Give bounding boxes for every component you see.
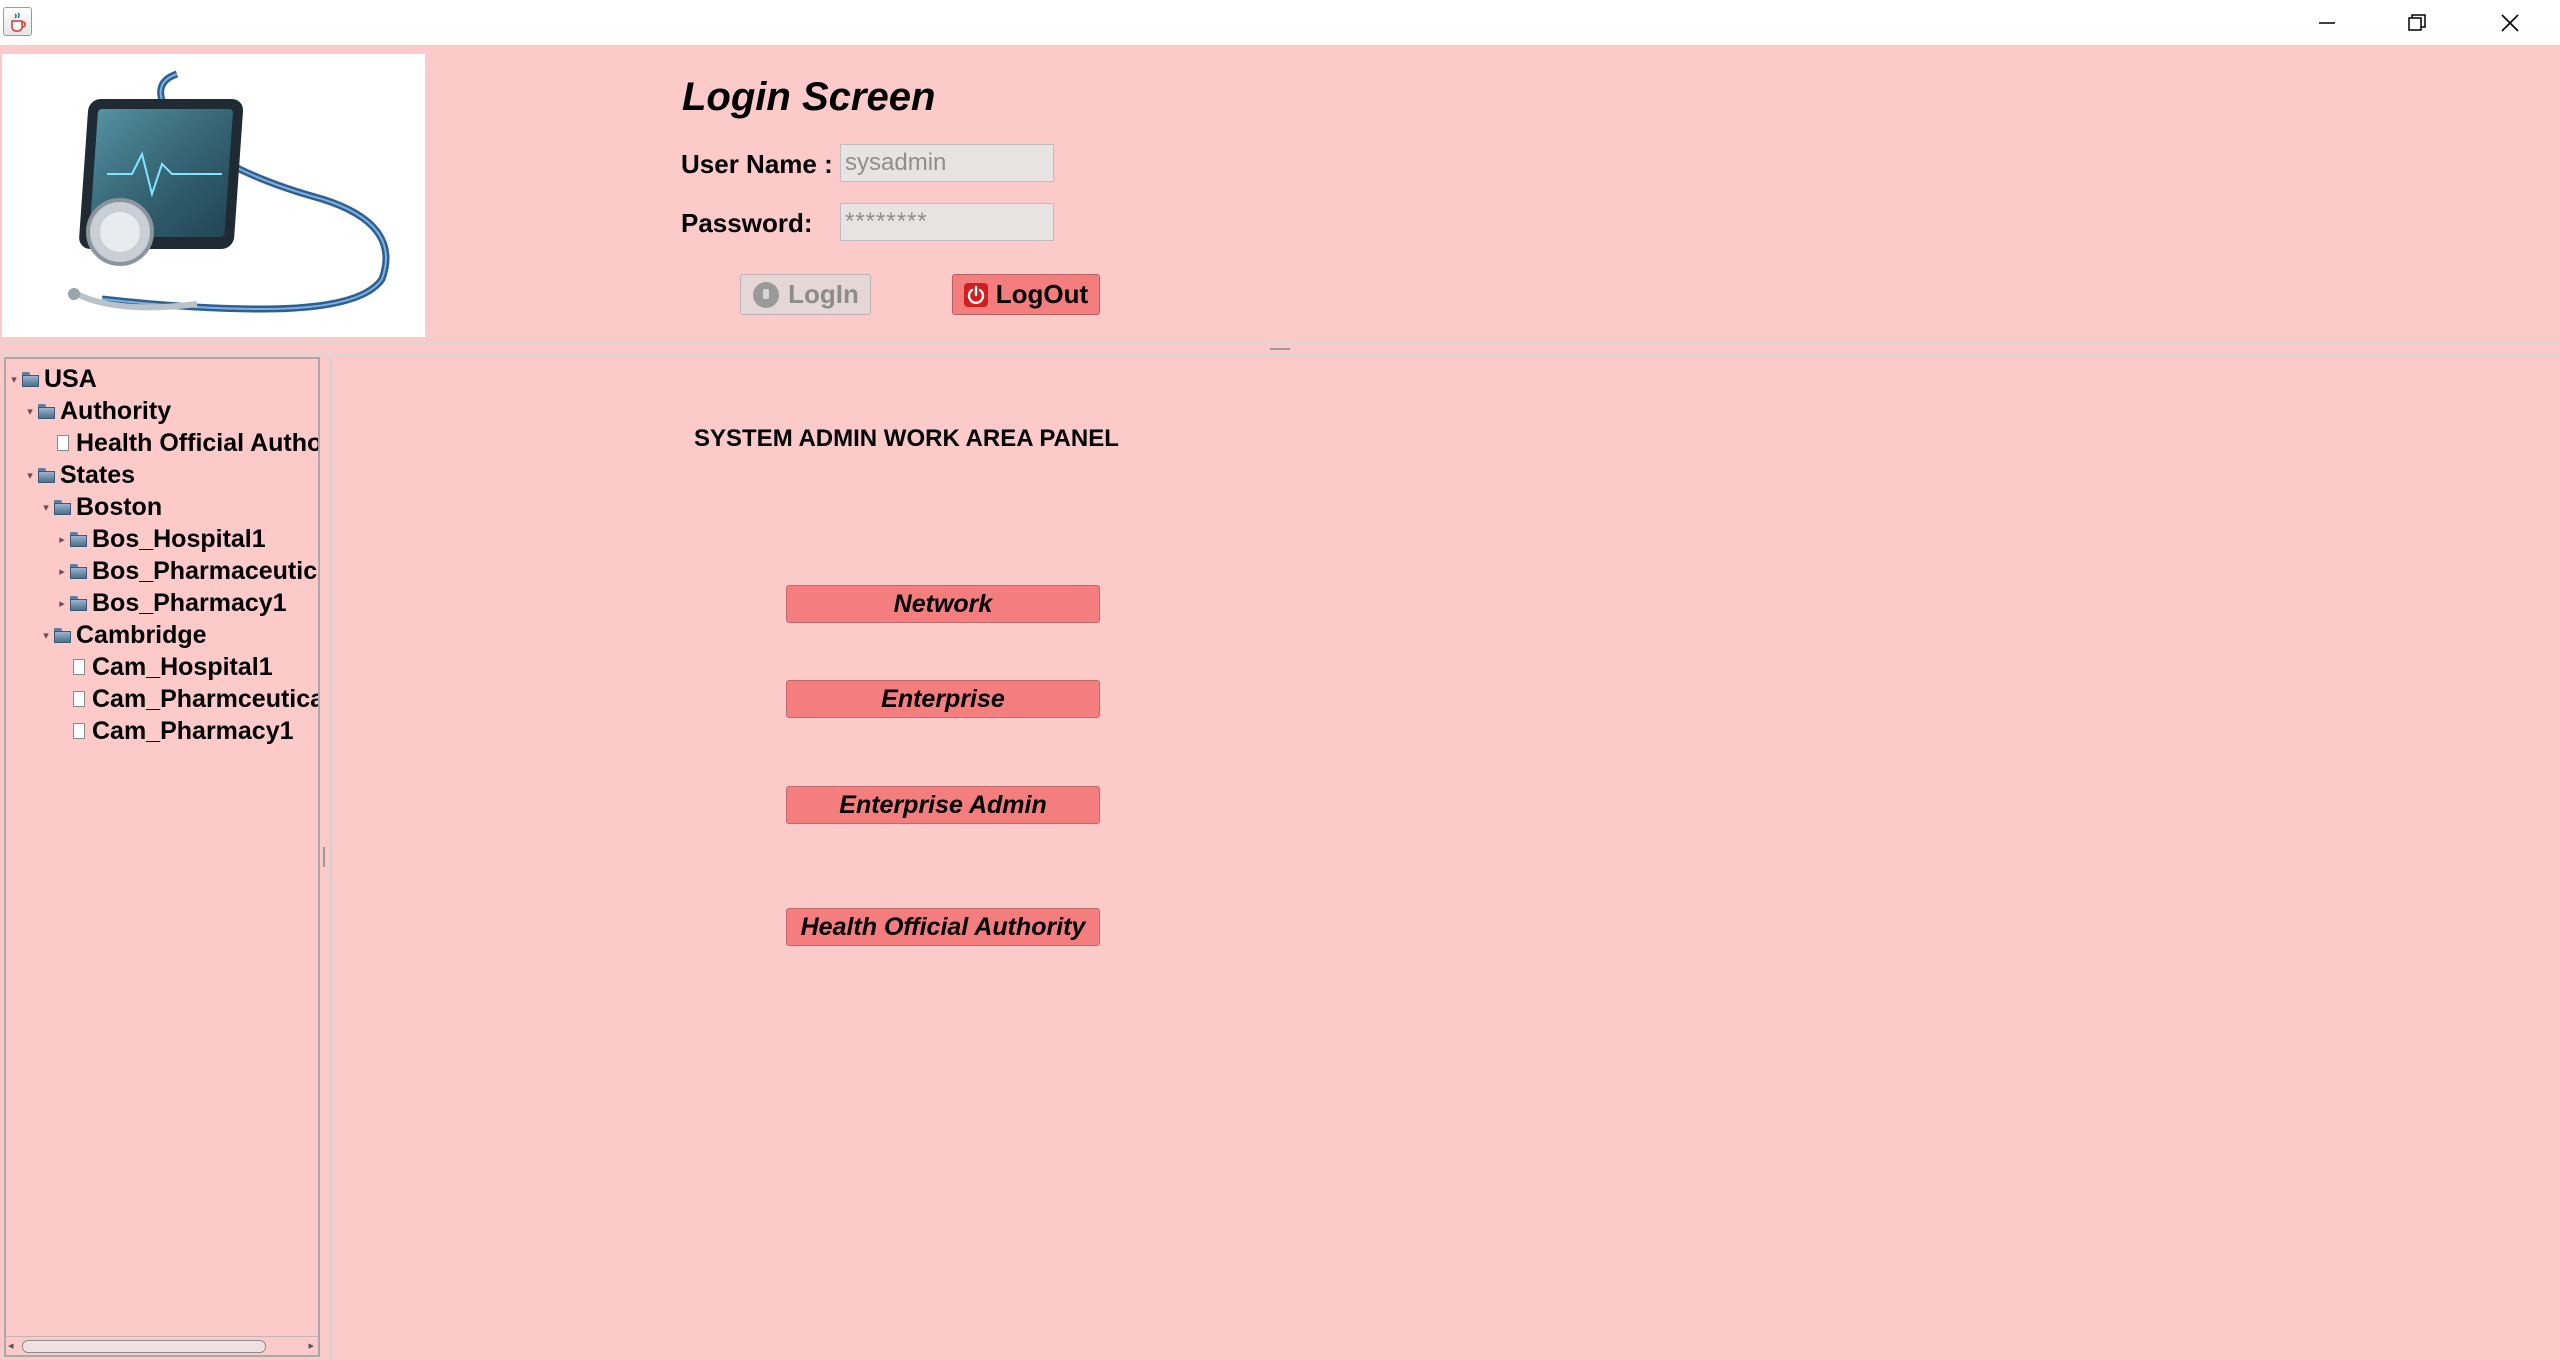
tree-node-label: Cam_Pharmacy1 [92,716,294,745]
login-button-label: LogIn [788,279,859,309]
tree-node[interactable]: Cam_Pharmceutical1 [56,683,320,715]
expand-arrow-icon[interactable]: ▾ [40,629,52,642]
maximize-button[interactable] [2372,0,2462,45]
folder-icon [70,562,88,580]
folder-icon [54,498,72,516]
login-panel: Login Screen User Name : Password: LogIn… [0,45,2560,342]
expand-arrow-icon[interactable]: ▾ [40,501,52,514]
tree-node-label: USA [44,364,97,393]
tree-node[interactable]: Cam_Hospital1 [56,651,273,683]
tree-node-label: Bos_Pharmacy1 [92,588,287,617]
password-field[interactable] [840,203,1054,241]
login-lock-icon [753,281,780,308]
work-area-panel: SYSTEM ADMIN WORK AREA PANEL Network Ent… [332,357,2560,1360]
tree-node-label: States [60,460,136,489]
folder-icon [54,626,72,644]
collapse-arrow-icon[interactable]: ▸ [56,533,68,546]
window-titlebar [0,0,2560,46]
scroll-thumb[interactable] [22,1340,266,1353]
tree-node[interactable]: Cam_Pharmacy1 [56,715,294,747]
minimize-button[interactable] [2282,0,2372,45]
folder-icon [22,370,40,388]
expand-arrow-icon[interactable]: ▾ [24,469,36,482]
tree-horizontal-scrollbar[interactable]: ◂ ▸ [6,1336,318,1355]
enterprise-button[interactable]: Enterprise [786,680,1100,718]
login-button[interactable]: LogIn [740,274,871,315]
tree-node-label: Cam_Hospital1 [92,652,273,681]
expand-arrow-icon[interactable]: ▾ [8,373,20,386]
tree-node[interactable]: ▸ Bos_Pharmacy1 [56,587,287,619]
file-icon [70,690,88,708]
tree-node[interactable]: ▾ Cambridge [40,619,207,651]
close-button[interactable] [2465,0,2555,45]
tree-node-label: Cam_Pharmceutical1 [92,684,320,713]
health-official-authority-button[interactable]: Health Official Authority [786,908,1100,946]
tree-node[interactable]: ▾ USA [8,363,97,395]
minimize-icon [2319,21,2335,24]
tree-node[interactable]: Health Official Authority [40,427,318,459]
tree-node[interactable]: ▾ Authority [24,395,171,427]
collapse-arrow-icon[interactable]: ▸ [56,597,68,610]
medical-logo [2,54,425,337]
logout-button[interactable]: LogOut [952,274,1100,315]
expand-arrow-icon[interactable]: ▾ [24,405,36,418]
login-title: Login Screen [682,75,936,119]
tablet-stethoscope-logo [68,70,390,313]
restore-icon [2408,13,2426,31]
network-tree[interactable]: ▾USA▾AuthorityHealth Official Authority▾… [4,357,320,1357]
tree-node[interactable]: ▸ Bos_Hospital1 [56,523,266,555]
scroll-left-arrow-icon[interactable]: ◂ [8,1339,14,1352]
folder-icon [70,594,88,612]
java-cup-icon[interactable] [3,7,32,36]
tree-node[interactable]: ▾ States [24,459,135,491]
folder-icon [70,530,88,548]
tree-node-label: Bos_Hospital1 [92,524,266,553]
folder-icon [38,402,56,420]
tree-node[interactable]: ▾ Boston [40,491,162,523]
horizontal-split-divider[interactable] [0,342,2560,356]
tree-node[interactable]: ▸ Bos_Pharmaceutical1 [56,555,318,587]
split-grip-icon [323,847,325,867]
password-label: Password: [681,208,813,238]
close-icon [2501,13,2519,32]
scroll-right-arrow-icon[interactable]: ▸ [308,1339,314,1352]
collapse-arrow-icon[interactable]: ▸ [56,565,68,578]
file-icon [54,434,72,452]
power-icon [963,282,988,307]
work-area-title: SYSTEM ADMIN WORK AREA PANEL [694,425,1119,452]
username-label: User Name : [681,149,833,179]
split-grip-icon [1270,348,1290,350]
folder-icon [38,466,56,484]
file-icon [70,722,88,740]
tree-node-label: Authority [60,396,172,425]
tree-node-label: Bos_Pharmaceutical1 [92,556,318,585]
enterprise-admin-button[interactable]: Enterprise Admin [786,786,1100,824]
tree-node-label: Cambridge [76,620,207,649]
username-field[interactable] [840,144,1054,182]
vertical-split-divider[interactable] [320,357,332,1360]
tree-node-label: Health Official Authority [76,428,318,457]
tree-node-label: Boston [76,492,163,521]
network-button[interactable]: Network [786,585,1100,623]
logout-button-label: LogOut [995,279,1089,309]
file-icon [70,658,88,676]
